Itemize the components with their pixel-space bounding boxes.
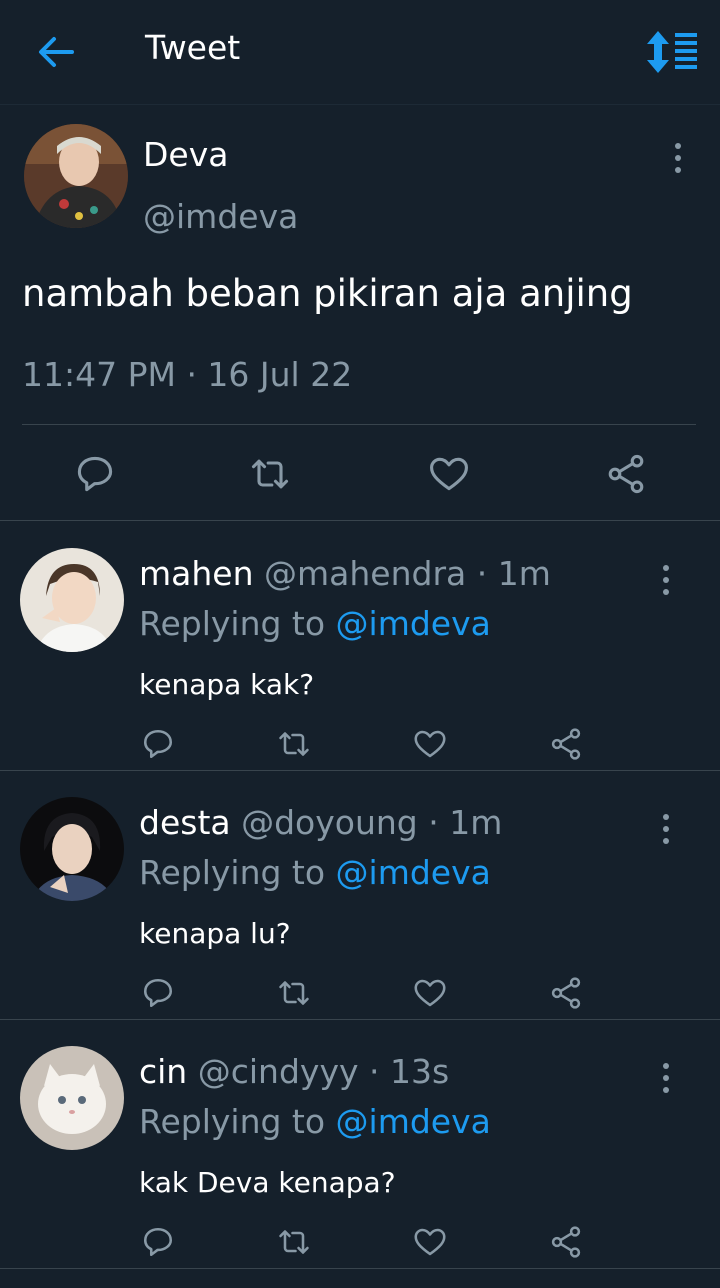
retweet-icon	[251, 459, 289, 489]
author-handle[interactable]: @imdeva	[143, 197, 298, 236]
more-vertical-icon	[663, 565, 669, 595]
more-options-button[interactable]	[654, 1058, 678, 1098]
sort-button[interactable]	[645, 30, 699, 74]
like-button[interactable]	[412, 1224, 448, 1260]
replying-label: Replying to	[139, 604, 326, 643]
author-name[interactable]: mahen	[139, 554, 254, 593]
retweet-icon	[279, 732, 309, 756]
more-vertical-icon	[675, 143, 681, 173]
reply-tweet[interactable]: desta @doyoung · 1m Replying to @imdeva …	[0, 771, 720, 1020]
reply-tweet[interactable]: mahen @mahendra · 1m Replying to @imdeva…	[0, 522, 720, 771]
avatar[interactable]	[24, 124, 128, 228]
reply-button[interactable]	[140, 726, 176, 762]
like-button[interactable]	[427, 452, 471, 496]
more-vertical-icon	[663, 1063, 669, 1093]
replying-to: Replying to @imdeva	[139, 1102, 491, 1141]
reply-icon	[143, 729, 173, 759]
reply-tweet[interactable]: cin @cindyyy · 13s Replying to @imdeva k…	[0, 1020, 720, 1269]
back-button[interactable]	[36, 32, 76, 72]
reply-button[interactable]	[140, 975, 176, 1011]
author-handle[interactable]: @doyoung	[241, 803, 418, 842]
retweet-button[interactable]	[276, 726, 312, 762]
author-name[interactable]: desta	[139, 803, 231, 842]
avatar[interactable]	[20, 797, 124, 901]
heart-icon	[414, 730, 446, 758]
replying-label: Replying to	[139, 853, 326, 892]
reply-icon	[143, 978, 173, 1008]
sort-icon	[647, 31, 697, 73]
tweet-timestamp: 11:47 PM · 16 Jul 22	[22, 355, 353, 394]
reply-icon	[143, 1227, 173, 1257]
share-icon	[551, 728, 581, 760]
mention-link[interactable]: @imdeva	[336, 853, 491, 892]
reply-button[interactable]	[140, 1224, 176, 1260]
reply-header: mahen @mahendra · 1m	[139, 554, 551, 593]
author-name[interactable]: Deva	[143, 135, 228, 174]
page-title: Tweet	[145, 28, 241, 67]
share-button[interactable]	[548, 726, 584, 762]
replying-to: Replying to @imdeva	[139, 604, 491, 643]
share-icon	[551, 977, 581, 1009]
reply-icon	[77, 456, 113, 492]
tweet-text: nambah beban pikiran aja anjing	[22, 272, 633, 315]
more-options-button[interactable]	[666, 138, 690, 178]
more-options-button[interactable]	[654, 809, 678, 849]
like-button[interactable]	[412, 975, 448, 1011]
author-handle[interactable]: @mahendra	[264, 554, 466, 593]
avatar[interactable]	[20, 1046, 124, 1150]
share-icon	[608, 454, 644, 494]
like-button[interactable]	[412, 726, 448, 762]
share-icon	[551, 1226, 581, 1258]
reply-time: · 1m	[428, 803, 503, 842]
heart-icon	[430, 457, 468, 491]
reply-time: · 1m	[476, 554, 551, 593]
avatar-image	[20, 797, 124, 901]
reply-header: cin @cindyyy · 13s	[139, 1052, 449, 1091]
reply-text: kenapa kak?	[139, 668, 315, 701]
reply-button[interactable]	[73, 452, 117, 496]
heart-icon	[414, 979, 446, 1007]
top-app-bar: Tweet	[0, 0, 720, 105]
more-options-button[interactable]	[654, 560, 678, 600]
reply-header: desta @doyoung · 1m	[139, 803, 502, 842]
avatar-image	[20, 548, 124, 652]
reply-time: · 13s	[369, 1052, 450, 1091]
share-button[interactable]	[548, 975, 584, 1011]
divider	[22, 424, 696, 425]
mention-link[interactable]: @imdeva	[336, 604, 491, 643]
author-name[interactable]: cin	[139, 1052, 187, 1091]
author-handle[interactable]: @cindyyy	[198, 1052, 359, 1091]
mention-link[interactable]: @imdeva	[336, 1102, 491, 1141]
share-button[interactable]	[604, 452, 648, 496]
more-vertical-icon	[663, 814, 669, 844]
avatar[interactable]	[20, 548, 124, 652]
replying-label: Replying to	[139, 1102, 326, 1141]
retweet-button[interactable]	[276, 975, 312, 1011]
avatar-image	[24, 124, 128, 228]
retweet-icon	[279, 981, 309, 1005]
retweet-icon	[279, 1230, 309, 1254]
share-button[interactable]	[548, 1224, 584, 1260]
retweet-button[interactable]	[276, 1224, 312, 1260]
reply-text: kak Deva kenapa?	[139, 1166, 396, 1199]
reply-text: kenapa lu?	[139, 917, 291, 950]
retweet-button[interactable]	[248, 452, 292, 496]
heart-icon	[414, 1228, 446, 1256]
replying-to: Replying to @imdeva	[139, 853, 491, 892]
arrow-left-icon	[39, 37, 74, 67]
avatar-image	[20, 1046, 124, 1150]
